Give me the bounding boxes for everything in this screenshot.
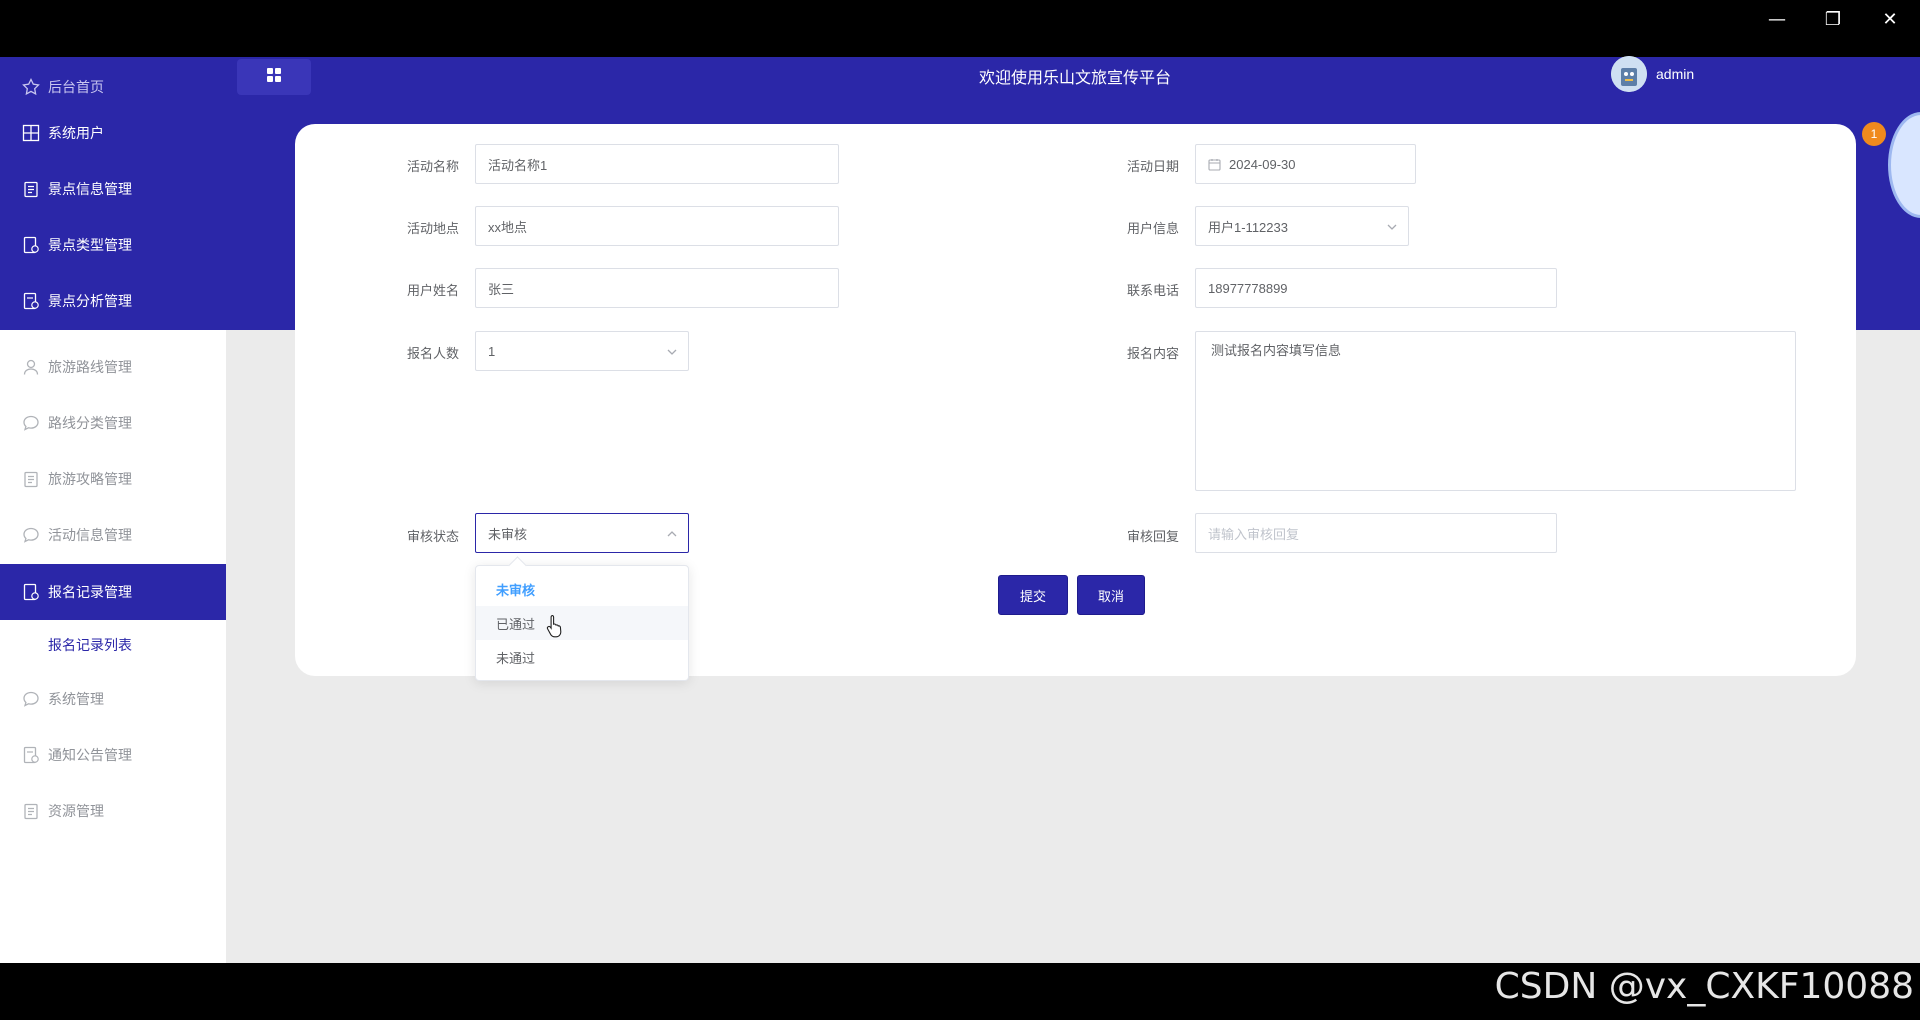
signup-content-label: 报名内容 bbox=[1127, 346, 1180, 361]
window-titlebar: — ❐ ✕ bbox=[0, 0, 1920, 57]
review-status-dropdown: 未审核 已通过 未通过 bbox=[475, 556, 689, 681]
cancel-button[interactable]: 取消 bbox=[1077, 575, 1145, 615]
sidebar-item-label: 旅游攻略管理 bbox=[48, 471, 132, 487]
activity-name-label: 活动名称 bbox=[407, 159, 460, 174]
sidebar-item-label: 系统用户 bbox=[48, 125, 104, 141]
activity-date-value: 2024-09-30 bbox=[1229, 156, 1296, 172]
sidebar-item-label: 报名记录管理 bbox=[48, 584, 132, 600]
user-info-value: 用户1-112233 bbox=[1208, 219, 1288, 235]
activity-location-value: xx地点 bbox=[488, 219, 528, 235]
dropdown-option-pending[interactable]: 未审核 bbox=[476, 572, 688, 606]
star-icon bbox=[20, 76, 42, 98]
submit-button[interactable]: 提交 bbox=[998, 575, 1068, 615]
user-icon bbox=[20, 356, 42, 378]
sidebar-item-system-users[interactable]: 系统用户 bbox=[0, 105, 226, 161]
user-name-label: 用户姓名 bbox=[407, 283, 460, 298]
site-title: 欢迎使用乐山文旅宣传平台 bbox=[978, 70, 1171, 87]
signup-count-value: 1 bbox=[488, 343, 496, 359]
user-name-input[interactable]: 张三 bbox=[475, 268, 839, 308]
doc-check-icon bbox=[20, 581, 42, 603]
review-reply-placeholder: 请输入审核回复 bbox=[1208, 526, 1300, 542]
chat-icon bbox=[20, 412, 42, 434]
calendar-icon bbox=[1208, 158, 1221, 171]
chevron-down-icon bbox=[666, 346, 678, 361]
review-reply-input[interactable]: 请输入审核回复 bbox=[1195, 513, 1557, 553]
sidebar-item-travel-routes[interactable]: 旅游路线管理 bbox=[0, 339, 226, 395]
sidebar-item-label: 景点分析管理 bbox=[48, 293, 132, 309]
chat-icon bbox=[20, 524, 42, 546]
user-name-value: 张三 bbox=[488, 281, 515, 297]
signup-content-textarea[interactable]: 测试报名内容填写信息 bbox=[1195, 331, 1796, 491]
sidebar-item-scenic-type[interactable]: 景点类型管理 bbox=[0, 217, 226, 273]
sidebar-item-label: 景点信息管理 bbox=[48, 181, 132, 197]
sidebar-item-travel-guides[interactable]: 旅游攻略管理 bbox=[0, 451, 226, 507]
sidebar-item-label: 资源管理 bbox=[48, 803, 104, 819]
apps-grid-icon bbox=[266, 67, 282, 88]
sidebar-item-label: 后台首页 bbox=[48, 79, 104, 95]
review-reply-label: 审核回复 bbox=[1127, 529, 1180, 544]
username-label[interactable]: admin bbox=[1656, 66, 1694, 82]
notification-badge: 1 bbox=[1862, 122, 1886, 146]
clipboard-icon bbox=[20, 468, 42, 490]
activity-location-input[interactable]: xx地点 bbox=[475, 206, 839, 246]
review-status-select[interactable]: 未审核 bbox=[475, 513, 689, 553]
doc-check-icon bbox=[20, 234, 42, 256]
sidebar-subitem-signup-list[interactable]: 报名记录列表 bbox=[48, 635, 132, 655]
review-status-label: 审核状态 bbox=[407, 529, 460, 544]
sidebar-item-notice-management[interactable]: 通知公告管理 bbox=[0, 727, 226, 783]
activity-name-input[interactable]: 活动名称1 bbox=[475, 144, 839, 184]
sidebar-item-label: 旅游路线管理 bbox=[48, 359, 132, 375]
activity-name-value: 活动名称1 bbox=[488, 157, 548, 173]
sidebar: 后台首页 系统用户 景点信息管理 景点类型管理 景点分析管理 旅游路线管理 路线… bbox=[0, 57, 226, 963]
hand-cursor-icon bbox=[546, 614, 564, 643]
restore-icon[interactable]: ❐ bbox=[1813, 6, 1853, 34]
review-status-value: 未审核 bbox=[488, 526, 528, 542]
signup-content-value: 测试报名内容填写信息 bbox=[1211, 343, 1342, 358]
doc-chart-icon bbox=[20, 290, 42, 312]
phone-input[interactable]: 18977778899 bbox=[1195, 268, 1557, 308]
avatar[interactable] bbox=[1611, 56, 1647, 92]
signup-count-label: 报名人数 bbox=[407, 346, 460, 361]
activity-date-label: 活动日期 bbox=[1127, 159, 1180, 174]
sidebar-item-system-management[interactable]: 系统管理 bbox=[0, 671, 226, 727]
activity-location-label: 活动地点 bbox=[407, 221, 460, 236]
sidebar-item-activity-info[interactable]: 活动信息管理 bbox=[0, 507, 226, 563]
menu-toggle-button[interactable] bbox=[237, 59, 311, 95]
grid-icon bbox=[20, 122, 42, 144]
chevron-down-icon bbox=[1386, 221, 1398, 236]
sidebar-item-signup-records[interactable]: 报名记录管理 bbox=[0, 564, 226, 620]
close-icon[interactable]: ✕ bbox=[1870, 6, 1910, 34]
sidebar-item-scenic-analysis[interactable]: 景点分析管理 bbox=[0, 273, 226, 329]
phone-label: 联系电话 bbox=[1127, 283, 1180, 298]
sidebar-item-label: 系统管理 bbox=[48, 691, 104, 707]
phone-value: 18977778899 bbox=[1208, 280, 1288, 296]
activity-date-picker[interactable]: 2024-09-30 bbox=[1195, 144, 1416, 184]
clipboard-icon bbox=[20, 178, 42, 200]
minimize-icon[interactable]: — bbox=[1757, 6, 1797, 34]
sidebar-item-label: 通知公告管理 bbox=[48, 747, 132, 763]
sidebar-item-label: 活动信息管理 bbox=[48, 527, 132, 543]
user-info-select[interactable]: 用户1-112233 bbox=[1195, 206, 1409, 246]
sidebar-item-scenic-info[interactable]: 景点信息管理 bbox=[0, 161, 226, 217]
sidebar-item-resource-management[interactable]: 资源管理 bbox=[0, 783, 226, 839]
chat-icon bbox=[20, 688, 42, 710]
sidebar-item-label: 景点类型管理 bbox=[48, 237, 132, 253]
clipboard-icon bbox=[20, 800, 42, 822]
doc-chart-icon bbox=[20, 744, 42, 766]
sidebar-item-label: 路线分类管理 bbox=[48, 415, 132, 431]
watermark-text: CSDN @vx_CXKF10088 bbox=[1494, 966, 1914, 1007]
dropdown-option-approved[interactable]: 已通过 bbox=[476, 606, 688, 640]
dropdown-option-rejected[interactable]: 未通过 bbox=[476, 640, 688, 674]
chevron-up-icon bbox=[666, 528, 678, 543]
sidebar-item-route-category[interactable]: 路线分类管理 bbox=[0, 395, 226, 451]
signup-count-select[interactable]: 1 bbox=[475, 331, 689, 371]
user-info-label: 用户信息 bbox=[1127, 221, 1180, 236]
